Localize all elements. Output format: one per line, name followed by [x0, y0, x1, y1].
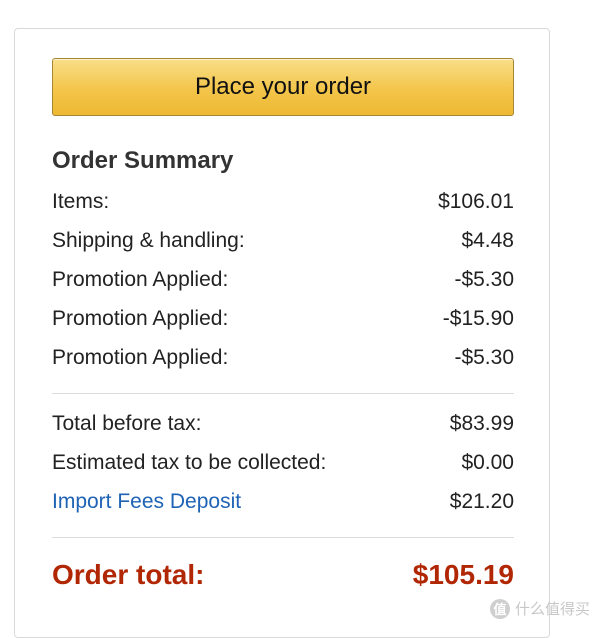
items-label: Items:: [52, 190, 109, 214]
total-before-tax-label: Total before tax:: [52, 412, 201, 436]
shipping-value: $4.48: [461, 229, 514, 253]
estimated-tax-label: Estimated tax to be collected:: [52, 451, 326, 475]
import-fees-value: $21.20: [450, 490, 514, 514]
order-total-row: Order total: $105.19: [52, 557, 514, 593]
promotion-row: Promotion Applied: -$5.30: [52, 343, 514, 373]
order-total-value: $105.19: [413, 559, 514, 591]
estimated-tax-row: Estimated tax to be collected: $0.00: [52, 448, 514, 478]
import-fees-link[interactable]: Import Fees Deposit: [52, 490, 241, 514]
promotion-label: Promotion Applied:: [52, 307, 228, 331]
total-before-tax-row: Total before tax: $83.99: [52, 409, 514, 439]
promotion-value: -$15.90: [443, 307, 514, 331]
estimated-tax-value: $0.00: [461, 451, 514, 475]
promotion-row: Promotion Applied: -$15.90: [52, 304, 514, 334]
promotion-row: Promotion Applied: -$5.30: [52, 265, 514, 295]
watermark-badge-icon: 值: [490, 599, 510, 619]
promotion-value: -$5.30: [454, 346, 514, 370]
order-total-label: Order total:: [52, 559, 204, 591]
place-order-button[interactable]: Place your order: [52, 58, 514, 116]
items-row: Items: $106.01: [52, 187, 514, 217]
total-before-tax-value: $83.99: [450, 412, 514, 436]
site-watermark: 值 什么值得买: [490, 598, 590, 619]
promotion-label: Promotion Applied:: [52, 346, 228, 370]
summary-divider: [52, 393, 514, 394]
watermark-text: 什么值得买: [515, 598, 590, 619]
order-summary-title: Order Summary: [52, 147, 233, 175]
shipping-row: Shipping & handling: $4.48: [52, 226, 514, 256]
items-value: $106.01: [438, 190, 514, 214]
shipping-label: Shipping & handling:: [52, 229, 245, 253]
import-fees-row: Import Fees Deposit $21.20: [52, 487, 514, 517]
total-divider: [52, 537, 514, 538]
promotion-label: Promotion Applied:: [52, 268, 228, 292]
order-summary-card: Place your order Order Summary Items: $1…: [14, 28, 550, 638]
promotion-value: -$5.30: [454, 268, 514, 292]
